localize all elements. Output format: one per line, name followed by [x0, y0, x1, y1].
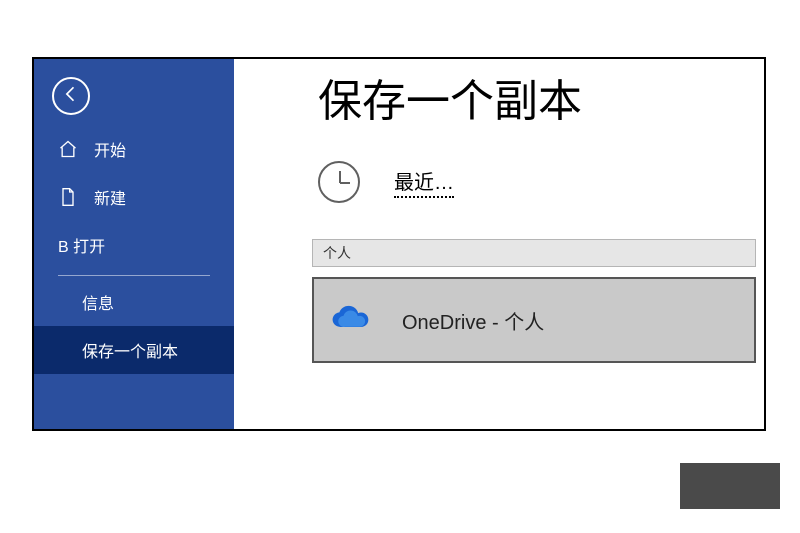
sidebar: 开始 新建 B 打开 信息 保存一个副本: [34, 59, 234, 429]
sidebar-item-label: 保存一个副本: [82, 338, 178, 362]
sidebar-item-home[interactable]: 开始: [34, 125, 234, 173]
back-button[interactable]: [52, 77, 90, 115]
section-header-personal: 个人: [312, 239, 756, 267]
page-title: 保存一个副本: [318, 65, 582, 129]
location-label: OneDrive - 个人: [402, 306, 544, 335]
home-icon: [58, 139, 78, 159]
onedrive-icon: [328, 305, 372, 335]
clock-icon: [318, 161, 360, 203]
section-header-label: 个人: [323, 243, 351, 263]
recent-location[interactable]: 最近…: [318, 161, 454, 203]
sidebar-item-info[interactable]: 信息: [34, 278, 234, 326]
sidebar-item-label: 信息: [82, 290, 114, 314]
sidebar-item-open[interactable]: B 打开: [34, 221, 234, 269]
document-icon: [58, 187, 78, 207]
recent-label: 最近…: [394, 166, 454, 198]
sidebar-item-label: B 打开: [58, 233, 105, 257]
sidebar-separator: [58, 275, 210, 276]
sidebar-item-new[interactable]: 新建: [34, 173, 234, 221]
location-onedrive-personal[interactable]: OneDrive - 个人: [312, 277, 756, 363]
main-panel: 保存一个副本 最近… 个人 OneDrive - 个人: [234, 59, 764, 429]
backstage-view: 开始 新建 B 打开 信息 保存一个副本 保存一个副本 最近…: [32, 57, 766, 431]
sidebar-item-label: 新建: [94, 185, 126, 209]
back-arrow-icon: [61, 84, 81, 109]
corner-block: [680, 463, 780, 509]
sidebar-item-save-copy[interactable]: 保存一个副本: [34, 326, 234, 374]
sidebar-item-label: 开始: [94, 137, 126, 161]
